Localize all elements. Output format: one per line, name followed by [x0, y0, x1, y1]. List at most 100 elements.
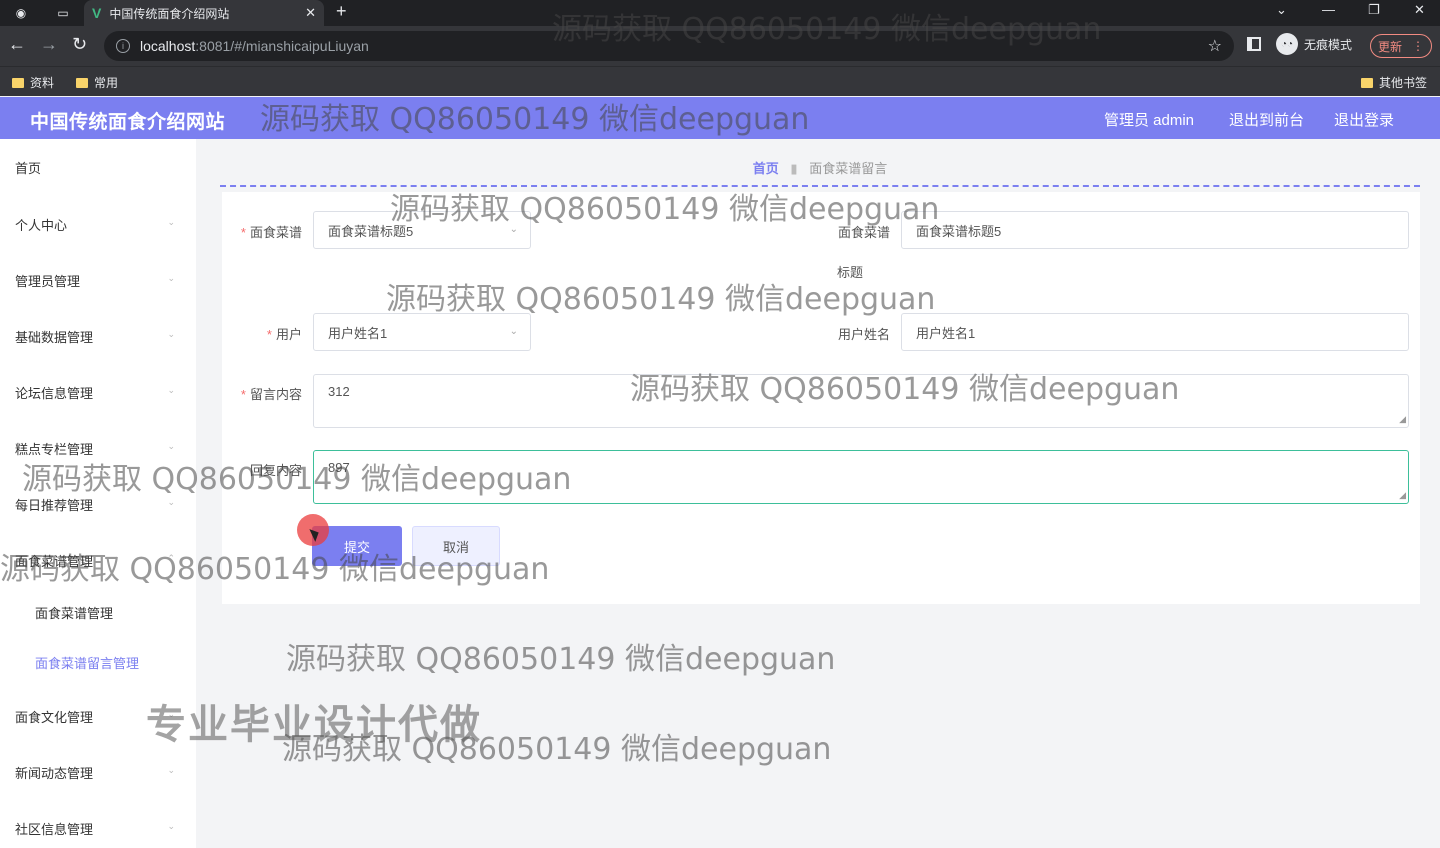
user-select[interactable]: 用户姓名1 ⌄: [313, 313, 531, 351]
recipe-title-label-line2: 标题: [836, 265, 863, 280]
browser-tabstrip: ◉ ▭ V 中国传统面食介绍网站 ✕ + ⌄ — ❐ ✕: [0, 0, 1440, 26]
bookmark-folder-changyong[interactable]: 常用: [76, 74, 118, 91]
chevron-down-icon: ⌄: [167, 821, 175, 831]
other-bookmarks[interactable]: 其他书签: [1361, 74, 1427, 91]
reply-textarea[interactable]: 897 ◢: [313, 450, 1409, 504]
sidebar-item-label: 基础数据管理: [15, 330, 94, 345]
recipe-title-value: 面食菜谱标题5: [916, 223, 1002, 239]
recipe-label: * 面食菜谱: [240, 225, 302, 240]
more-menu-icon: ⋮: [1412, 39, 1424, 53]
reply-label: 回复内容: [249, 463, 302, 478]
sidebar-item-label: 社区信息管理: [15, 822, 94, 837]
recipe-select[interactable]: 面食菜谱标题5 ⌄: [313, 211, 531, 249]
incognito-label: 无痕模式: [1304, 37, 1353, 52]
sidebar-item-label: 个人中心: [15, 218, 68, 233]
forward-icon[interactable]: →: [40, 34, 58, 55]
bookmark-label: 资料: [30, 76, 55, 90]
vue-favicon-icon: V: [92, 5, 102, 21]
message-label: * 留言内容: [240, 387, 302, 402]
back-icon[interactable]: ←: [8, 34, 26, 55]
sidebar-item-label: 每日推荐管理: [15, 498, 94, 513]
resize-handle-icon[interactable]: ◢: [1399, 490, 1406, 501]
browser-toolbar: ← → ↻ i localhost:8081/#/mianshicaipuLiu…: [0, 26, 1440, 66]
user-name-value: 用户姓名1: [916, 325, 976, 341]
sidebar-item-label: 面食文化管理: [15, 710, 94, 725]
sidebar-item-forum[interactable]: 论坛信息管理 ⌄: [15, 383, 175, 402]
folder-icon: [76, 77, 88, 88]
folder-icon: [12, 77, 24, 88]
resize-handle-icon[interactable]: ◢: [1399, 414, 1406, 425]
logout-link[interactable]: 退出登录: [1334, 109, 1394, 130]
sidebar-item-pastry[interactable]: 糕点专栏管理 ⌄: [15, 439, 175, 458]
browser-tab[interactable]: V 中国传统面食介绍网站 ✕: [84, 0, 324, 26]
bookmark-folder-ziliao[interactable]: 资料: [12, 74, 54, 91]
user-label: * 用户: [266, 327, 302, 342]
chevron-down-icon: ⌄: [167, 329, 175, 339]
cancel-button[interactable]: 取消: [412, 526, 500, 566]
incognito-icon: ◔◔: [1276, 33, 1298, 55]
address-bar[interactable]: i localhost:8081/#/mianshicaipuLiuyan ☆: [104, 31, 1234, 61]
chevron-up-icon: ⌃: [167, 553, 175, 563]
chevron-down-icon: ⌄: [167, 497, 175, 507]
sidebar-item-home[interactable]: 首页: [15, 158, 175, 177]
breadcrumb-separator-icon: ▮: [790, 161, 798, 176]
sidebar-item-recipe[interactable]: 面食菜谱管理 ⌃: [15, 551, 175, 570]
tab-list-icon[interactable]: ⌄: [1276, 2, 1287, 18]
recipe-select-value: 面食菜谱标题5: [328, 223, 414, 239]
admin-label: 管理员 admin: [1104, 112, 1195, 129]
site-title: 中国传统面食介绍网站: [30, 112, 226, 133]
close-tab-icon[interactable]: ✕: [305, 5, 316, 21]
chrome-menu-icon[interactable]: ◉: [10, 3, 32, 23]
side-panel-icon[interactable]: [1247, 37, 1261, 51]
sidebar-subitem-recipe-message[interactable]: 面食菜谱留言管理: [35, 653, 139, 672]
sidebar-item-label: 糕点专栏管理: [15, 442, 94, 457]
watermark: 源码获取 QQ86050149 微信deepguan: [286, 642, 836, 677]
sidebar-item-basic-data[interactable]: 基础数据管理 ⌄: [15, 327, 175, 346]
breadcrumb: 首页 ▮ 面食菜谱留言: [220, 158, 1420, 177]
chevron-down-icon: ⌄: [509, 224, 518, 235]
tab-title: 中国传统面食介绍网站: [109, 6, 230, 21]
exit-to-front-link[interactable]: 退出到前台: [1229, 109, 1304, 130]
restore-icon[interactable]: ❐: [1368, 2, 1380, 18]
app-header: 中国传统面食介绍网站 管理员 admin 退出到前台 退出登录: [0, 97, 1440, 139]
tab-search-icon[interactable]: ▭: [52, 3, 74, 23]
breadcrumb-current: 面食菜谱留言: [809, 161, 888, 176]
sidebar-item-daily[interactable]: 每日推荐管理 ⌄: [15, 495, 175, 514]
new-tab-icon[interactable]: +: [336, 1, 347, 22]
bookmark-star-icon[interactable]: ☆: [1208, 36, 1222, 56]
site-info-icon[interactable]: i: [116, 39, 130, 53]
incognito-indicator[interactable]: ◔◔ 无痕模式: [1276, 33, 1352, 55]
sidebar-item-community[interactable]: 社区信息管理 ⌄: [15, 819, 175, 838]
minimize-icon[interactable]: —: [1322, 2, 1335, 17]
sidebar-item-label: 管理员管理: [15, 274, 81, 289]
user-name-field[interactable]: 用户姓名1: [901, 313, 1409, 351]
message-value: 312: [328, 384, 350, 399]
sidebar-item-label: 面食菜谱管理: [15, 554, 94, 569]
reply-value: 897: [328, 460, 350, 475]
url-path: :8081/#/mianshicaipuLiuyan: [195, 38, 369, 54]
recipe-title-label: 面食菜谱: [837, 225, 890, 240]
message-textarea[interactable]: 312 ◢: [313, 374, 1409, 428]
watermark-big: 专业毕业设计代做: [146, 702, 482, 748]
recipe-title-field[interactable]: 面食菜谱标题5: [901, 211, 1409, 249]
update-button[interactable]: 更新 ⋮: [1370, 34, 1432, 58]
chevron-down-icon: ⌄: [167, 441, 175, 451]
chevron-down-icon: ⌄: [167, 765, 175, 775]
user-select-value: 用户姓名1: [328, 325, 388, 341]
url-host: localhost: [140, 38, 196, 54]
bookmarks-bar: 资料 常用 其他书签: [0, 66, 1440, 96]
sidebar-subitem-recipe[interactable]: 面食菜谱管理: [35, 603, 113, 622]
reload-icon[interactable]: ↻: [72, 34, 87, 55]
chevron-down-icon: ⌄: [167, 217, 175, 227]
sidebar-item-label: 论坛信息管理: [15, 386, 94, 401]
sidebar-item-profile[interactable]: 个人中心 ⌄: [15, 215, 175, 234]
sidebar-item-label: 新闻动态管理: [15, 766, 94, 781]
sidebar-item-label: 首页: [15, 161, 42, 176]
sidebar-item-admin[interactable]: 管理员管理 ⌄: [15, 271, 175, 290]
other-bookmarks-label: 其他书签: [1379, 76, 1428, 90]
close-window-icon[interactable]: ✕: [1414, 2, 1425, 18]
breadcrumb-home[interactable]: 首页: [753, 161, 779, 176]
sidebar-item-news[interactable]: 新闻动态管理 ⌄: [15, 763, 175, 782]
divider: [220, 185, 1420, 187]
chevron-down-icon: ⌄: [167, 385, 175, 395]
